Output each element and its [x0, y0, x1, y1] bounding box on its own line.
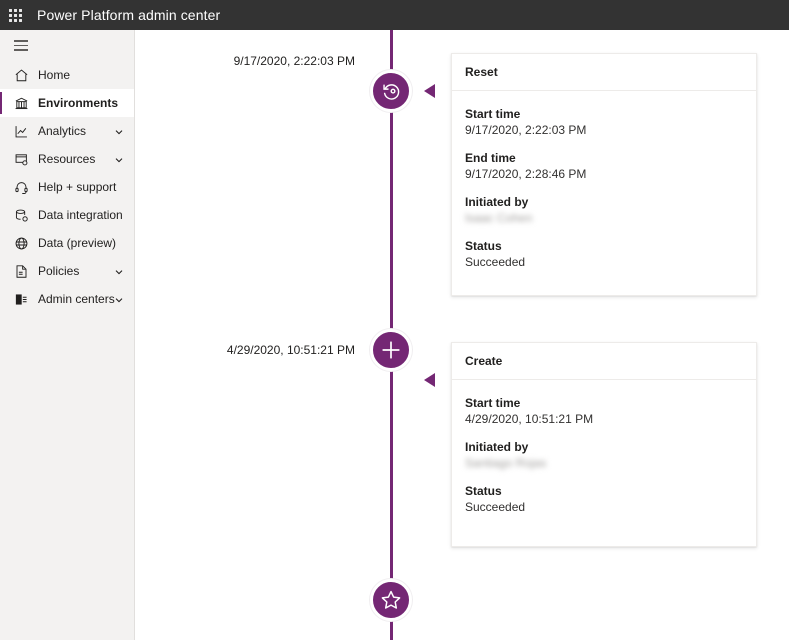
- field-label: Start time: [465, 107, 521, 121]
- field-initiated-by: Initiated by Santiago Rojas: [465, 440, 743, 470]
- field-initiated-by: Initiated by Isaac Cohen: [465, 195, 743, 225]
- field-value-redacted: Isaac Cohen: [465, 211, 533, 225]
- plus-icon: [380, 339, 402, 361]
- hamburger-menu-icon[interactable]: [0, 30, 134, 61]
- sidebar-item-environments[interactable]: Environments: [0, 89, 134, 117]
- sidebar-item-admin-centers[interactable]: Admin centers: [0, 285, 134, 313]
- timeline-card-pointer: [424, 373, 435, 387]
- timeline-timestamp: 9/17/2020, 2:22:03 PM: [233, 54, 355, 68]
- policies-icon: [13, 263, 29, 279]
- field-value: 4/29/2020, 10:51:21 PM: [465, 412, 594, 426]
- suite-header-bar: Power Platform admin center: [0, 0, 789, 30]
- sidebar-item-policies[interactable]: Policies: [0, 257, 134, 285]
- timeline-card-create[interactable]: Create Start time 4/29/2020, 10:51:21 PM…: [451, 342, 757, 547]
- data-preview-icon: [13, 235, 29, 251]
- sidebar-item-resources[interactable]: Resources: [0, 145, 134, 173]
- field-label: Initiated by: [465, 440, 529, 454]
- admin-centers-icon: [13, 291, 29, 307]
- hamburger-bars: [14, 40, 28, 51]
- waffle-dots: [8, 8, 22, 22]
- sidebar-label-environments: Environments: [38, 96, 119, 110]
- timeline-card-reset[interactable]: Reset Start time 9/17/2020, 2:22:03 PM E…: [451, 53, 757, 296]
- field-value-redacted: Santiago Rojas: [465, 456, 547, 470]
- timeline-node-origin[interactable]: [370, 579, 412, 621]
- field-value: 9/17/2020, 2:28:46 PM: [465, 167, 587, 181]
- resources-icon: [13, 151, 29, 167]
- home-icon: [13, 67, 29, 83]
- field-status: Status Succeeded: [465, 484, 743, 514]
- field-start-time: Start time 9/17/2020, 2:22:03 PM: [465, 107, 743, 137]
- field-label: Start time: [465, 396, 521, 410]
- sidebar-label-help-support: Help + support: [38, 180, 117, 194]
- sidebar-item-help-support[interactable]: Help + support: [0, 173, 134, 201]
- chevron-down-icon[interactable]: [114, 126, 124, 136]
- analytics-icon: [13, 123, 29, 139]
- card-fields: Start time 9/17/2020, 2:22:03 PM End tim…: [452, 91, 756, 283]
- field-label: Status: [465, 239, 502, 253]
- field-label: End time: [465, 151, 516, 165]
- sidebar-item-home[interactable]: Home: [0, 61, 134, 89]
- sidebar-item-data-integration[interactable]: Data integration: [0, 201, 134, 229]
- headset-icon: [13, 179, 29, 195]
- field-label: Initiated by: [465, 195, 529, 209]
- chevron-down-icon[interactable]: [114, 154, 124, 164]
- sidebar-label-data-integration: Data integration: [38, 208, 123, 222]
- card-title: Reset: [452, 54, 756, 91]
- sidebar-item-analytics[interactable]: Analytics: [0, 117, 134, 145]
- sidebar-label-analytics: Analytics: [38, 124, 87, 138]
- field-value: 9/17/2020, 2:22:03 PM: [465, 123, 587, 137]
- field-label: Status: [465, 484, 502, 498]
- sidebar-label-home: Home: [38, 68, 71, 82]
- data-integration-icon: [13, 207, 29, 223]
- environment-history-timeline: 9/17/2020, 2:22:03 PM Reset Start time 9…: [135, 30, 789, 640]
- card-title: Create: [452, 343, 756, 380]
- timeline-node-create[interactable]: [370, 329, 412, 371]
- timeline-node-reset[interactable]: [370, 70, 412, 112]
- sidebar-label-policies: Policies: [38, 264, 80, 278]
- left-navigation: Home Environments Analytics Resources He…: [0, 30, 135, 640]
- sidebar-label-admin-centers: Admin centers: [38, 292, 115, 306]
- field-start-time: Start time 4/29/2020, 10:51:21 PM: [465, 396, 743, 426]
- star-icon: [380, 589, 402, 611]
- waffle-grid-icon[interactable]: [0, 0, 30, 30]
- environments-icon: [13, 95, 29, 111]
- sidebar-item-data-preview[interactable]: Data (preview): [0, 229, 134, 257]
- field-status: Status Succeeded: [465, 239, 743, 269]
- card-fields: Start time 4/29/2020, 10:51:21 PM Initia…: [452, 380, 756, 528]
- sidebar-label-data-preview: Data (preview): [38, 236, 117, 250]
- sidebar-label-resources: Resources: [38, 152, 96, 166]
- timeline-timestamp: 4/29/2020, 10:51:21 PM: [226, 343, 355, 357]
- app-title: Power Platform admin center: [37, 7, 221, 23]
- status-badge: Succeeded: [465, 255, 526, 269]
- chevron-down-icon[interactable]: [114, 266, 124, 276]
- status-badge: Succeeded: [465, 500, 526, 514]
- field-end-time: End time 9/17/2020, 2:28:46 PM: [465, 151, 743, 181]
- timeline-card-pointer: [424, 84, 435, 98]
- reset-circular-arrow-icon: [381, 81, 402, 102]
- chevron-down-icon[interactable]: [114, 294, 124, 304]
